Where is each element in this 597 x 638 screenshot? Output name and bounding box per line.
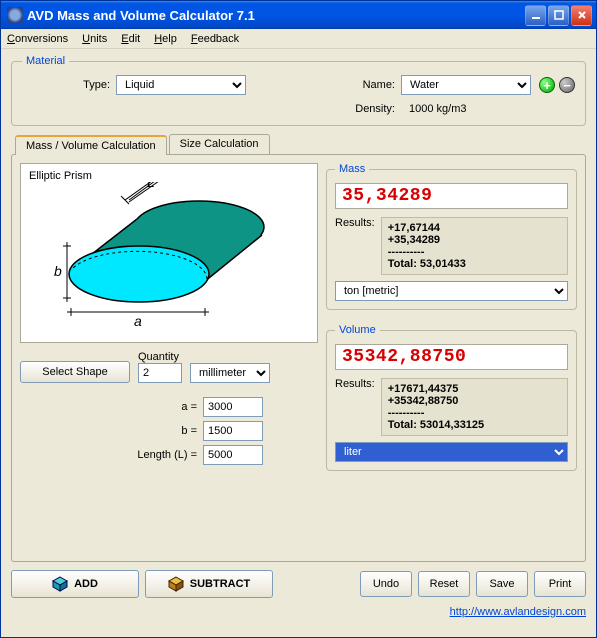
dim-b-input[interactable] [203,421,263,441]
volume-value: 35342,88750 [335,344,568,370]
tab-size[interactable]: Size Calculation [169,134,270,154]
window-controls [525,5,592,26]
dim-b-label: b = [181,425,197,437]
print-button[interactable]: Print [534,571,586,597]
density-label: Density: [355,103,395,115]
mass-legend: Mass [335,163,369,175]
tab-mass-volume[interactable]: Mass / Volume Calculation [15,135,167,155]
length-unit-select[interactable]: millimeter [190,363,270,383]
quantity-label: Quantity [138,351,182,363]
footer-link[interactable]: http://www.avlandesign.com [1,604,596,620]
volume-results-label: Results: [335,378,375,390]
name-select[interactable]: Water [401,75,531,95]
undo-button[interactable]: Undo [360,571,412,597]
diagram-label-b: b [54,263,62,279]
cube-subtract-icon [168,576,184,592]
client-area: Material Type: Liquid Name: Water + − De… [1,49,596,604]
dimensions-group: a = b = Length (L) = [20,397,318,465]
remove-material-button[interactable]: − [559,77,575,93]
menu-units[interactable]: Units [82,33,107,45]
volume-unit-select[interactable]: liter [335,442,568,462]
action-buttons: ADD SUBTRACT Undo Reset Save Print [11,570,586,598]
mass-value: 35,34289 [335,183,568,209]
mass-unit-select[interactable]: ton [metric] [335,281,568,301]
diagram-label-a: a [134,313,142,329]
reset-button[interactable]: Reset [418,571,470,597]
menubar: Conversions Units Edit Help Feedback [1,29,596,49]
select-shape-button[interactable]: Select Shape [20,361,130,383]
type-select[interactable]: Liquid [116,75,246,95]
cube-add-icon [52,576,68,592]
shape-svg: b a L [29,182,299,332]
add-button[interactable]: ADD [11,570,139,598]
volume-legend: Volume [335,324,380,336]
density-value: 1000 kg/m3 [409,103,529,115]
minimize-button[interactable] [525,5,546,26]
maximize-icon [554,10,564,20]
close-icon [577,10,587,20]
app-icon [7,7,23,23]
shape-diagram: Elliptic Prism [20,163,318,343]
app-window: AVD Mass and Volume Calculator 7.1 Conve… [0,0,597,638]
mass-results-label: Results: [335,217,375,229]
mass-group: Mass 35,34289 Results: +17,67144 +35,342… [326,163,577,310]
dim-a-input[interactable] [203,397,263,417]
menu-feedback[interactable]: Feedback [191,33,239,45]
name-label: Name: [363,79,395,91]
minimize-icon [531,10,541,20]
save-button[interactable]: Save [476,571,528,597]
menu-conversions[interactable]: Conversions [7,33,68,45]
diagram-label-L: L [147,182,155,190]
shape-name: Elliptic Prism [29,170,309,182]
quantity-input[interactable] [138,363,182,383]
material-legend: Material [22,55,69,67]
add-material-button[interactable]: + [539,77,555,93]
dim-a-label: a = [181,401,197,413]
menu-help[interactable]: Help [154,33,177,45]
subtract-button[interactable]: SUBTRACT [145,570,273,598]
volume-group: Volume 35342,88750 Results: +17671,44375… [326,324,577,471]
close-button[interactable] [571,5,592,26]
menu-edit[interactable]: Edit [121,33,140,45]
material-group: Material Type: Liquid Name: Water + − De… [11,55,586,126]
tab-content: Elliptic Prism [11,154,586,562]
volume-results: +17671,44375 +35342,88750 ---------- Tot… [381,378,568,436]
type-label: Type: [22,79,110,91]
dim-length-input[interactable] [203,445,263,465]
titlebar: AVD Mass and Volume Calculator 7.1 [1,1,596,29]
dim-length-label: Length (L) = [137,449,197,461]
mass-results: +17,67144 +35,34289 ---------- Total: 53… [381,217,568,275]
window-title: AVD Mass and Volume Calculator 7.1 [27,8,525,23]
tabs: Mass / Volume Calculation Size Calculati… [11,134,586,562]
maximize-button[interactable] [548,5,569,26]
